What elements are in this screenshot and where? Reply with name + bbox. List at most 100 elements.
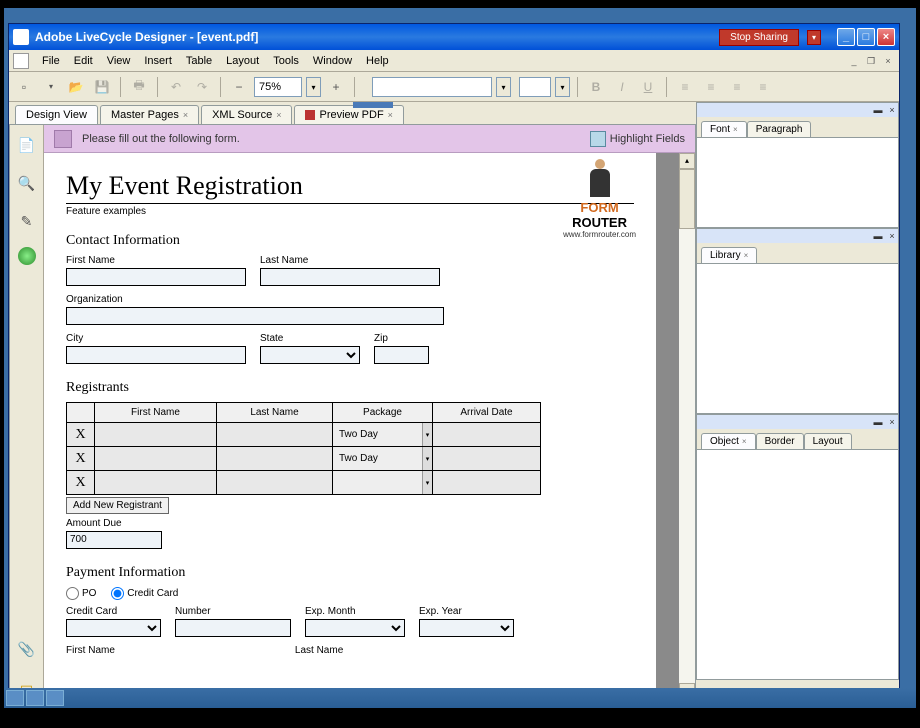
open-button[interactable]: 📂 (65, 76, 87, 98)
chevron-down-icon[interactable]: ▾ (422, 471, 432, 494)
zoom-out-button[interactable]: − (228, 76, 250, 98)
menu-tools[interactable]: Tools (266, 53, 306, 69)
menu-layout[interactable]: Layout (219, 53, 266, 69)
panel-close-icon[interactable]: × (886, 105, 898, 115)
taskbar-button-1[interactable] (6, 690, 24, 706)
amount-due-input[interactable] (66, 531, 162, 549)
exp-year-select[interactable] (419, 619, 514, 637)
organization-input[interactable] (66, 307, 444, 325)
zoom-value[interactable]: 75% (254, 77, 302, 97)
doc-minimize-button[interactable]: _ (847, 54, 861, 68)
chevron-down-icon[interactable]: ▾ (422, 447, 432, 470)
reg-first-name-cell[interactable] (95, 447, 217, 471)
reg-package-cell[interactable]: Two Day▾ (333, 423, 433, 447)
vertical-scrollbar[interactable]: ▴ ▾ (679, 153, 695, 699)
city-input[interactable] (66, 346, 246, 364)
new-dropdown[interactable] (39, 76, 61, 98)
reg-arrival-cell[interactable] (433, 471, 541, 495)
state-select[interactable] (260, 346, 360, 364)
credit-card-type-select[interactable] (66, 619, 161, 637)
library-panel-tab[interactable]: Library× (701, 247, 757, 263)
delete-row-button[interactable]: X (67, 471, 95, 495)
layout-panel-tab[interactable]: Layout (804, 433, 852, 449)
font-size-dropdown[interactable]: ▾ (555, 77, 570, 97)
bold-button: B (585, 76, 607, 98)
reg-last-name-cell[interactable] (217, 447, 333, 471)
chevron-down-icon[interactable]: ▾ (422, 423, 432, 446)
add-new-registrant-button[interactable]: Add New Registrant (66, 497, 169, 514)
po-radio[interactable] (66, 587, 79, 600)
delete-row-button[interactable]: X (67, 447, 95, 471)
zoom-in-button[interactable]: + (325, 76, 347, 98)
exp-month-select[interactable] (305, 619, 405, 637)
close-icon[interactable]: × (388, 110, 393, 120)
taskbar-button-3[interactable] (46, 690, 64, 706)
panel-minimize-icon[interactable]: ▬ (872, 105, 884, 115)
doc-close-button[interactable]: × (881, 54, 895, 68)
close-icon[interactable]: × (742, 437, 747, 446)
doc-restore-button[interactable]: ❐ (864, 54, 878, 68)
close-icon[interactable]: × (276, 110, 281, 120)
font-size-select[interactable] (519, 77, 551, 97)
pages-panel-button[interactable]: 📄 (15, 133, 39, 157)
border-panel-tab[interactable]: Border (756, 433, 804, 449)
delete-row-button[interactable]: X (67, 423, 95, 447)
tab-design-view[interactable]: Design View (15, 105, 98, 124)
menu-edit[interactable]: Edit (67, 53, 100, 69)
maximize-button[interactable]: □ (857, 28, 875, 46)
reg-arrival-cell[interactable] (433, 423, 541, 447)
highlight-fields-button[interactable]: Highlight Fields (610, 133, 685, 145)
last-name-label: Last Name (260, 255, 440, 266)
reg-package-cell[interactable]: ▾ (333, 471, 433, 495)
scroll-thumb[interactable] (679, 169, 695, 229)
font-panel-tab[interactable]: Font× (701, 121, 747, 137)
menu-file[interactable]: File (35, 53, 67, 69)
collapse-handle[interactable] (353, 102, 393, 108)
new-button[interactable]: ▫ (13, 76, 35, 98)
object-panel-tab[interactable]: Object× (701, 433, 756, 449)
edit-tool-button[interactable]: ✎ (15, 209, 39, 233)
card-number-input[interactable] (175, 619, 291, 637)
stop-sharing-button[interactable]: Stop Sharing (719, 29, 799, 46)
paragraph-panel-tab[interactable]: Paragraph (747, 121, 812, 137)
panel-close-icon[interactable]: × (886, 417, 898, 427)
close-icon[interactable]: × (183, 110, 188, 120)
menu-table[interactable]: Table (179, 53, 219, 69)
attachments-button[interactable]: 📎 (15, 637, 39, 661)
taskbar-button-2[interactable] (26, 690, 44, 706)
tab-xml-source[interactable]: XML Source× (201, 105, 292, 124)
credit-card-radio[interactable] (111, 587, 124, 600)
reg-first-name-cell[interactable] (95, 423, 217, 447)
menu-insert[interactable]: Insert (137, 53, 179, 69)
font-family-dropdown[interactable]: ▾ (496, 77, 511, 97)
billing-last-name-label: Last Name (295, 645, 343, 656)
close-icon[interactable]: × (733, 125, 738, 134)
reg-last-name-cell[interactable] (217, 471, 333, 495)
scroll-up-button[interactable]: ▴ (679, 153, 695, 169)
reg-package-cell[interactable]: Two Day▾ (333, 447, 433, 471)
stop-sharing-dropdown[interactable]: ▾ (807, 30, 821, 45)
reg-first-name-cell[interactable] (95, 471, 217, 495)
first-name-input[interactable] (66, 268, 246, 286)
tab-master-pages[interactable]: Master Pages× (100, 105, 199, 124)
menu-help[interactable]: Help (359, 53, 396, 69)
reg-arrival-cell[interactable] (433, 447, 541, 471)
panel-close-icon[interactable]: × (886, 231, 898, 241)
zip-input[interactable] (374, 346, 429, 364)
menu-view[interactable]: View (100, 53, 138, 69)
font-family-select[interactable] (372, 77, 492, 97)
panel-minimize-icon[interactable]: ▬ (872, 417, 884, 427)
highlight-fields-icon (590, 131, 606, 147)
reg-last-name-cell[interactable] (217, 423, 333, 447)
zoom-dropdown[interactable]: ▾ (306, 77, 321, 97)
minimize-button[interactable]: _ (837, 28, 855, 46)
col-last-name: Last Name (217, 403, 333, 423)
panel-minimize-icon[interactable]: ▬ (872, 231, 884, 241)
library-panel-body (697, 263, 898, 413)
last-name-input[interactable] (260, 268, 440, 286)
close-icon[interactable]: × (744, 251, 749, 260)
help-button[interactable] (18, 247, 36, 265)
binoculars-button[interactable]: 🔍 (15, 171, 39, 195)
close-window-button[interactable]: × (877, 28, 895, 46)
menu-window[interactable]: Window (306, 53, 359, 69)
